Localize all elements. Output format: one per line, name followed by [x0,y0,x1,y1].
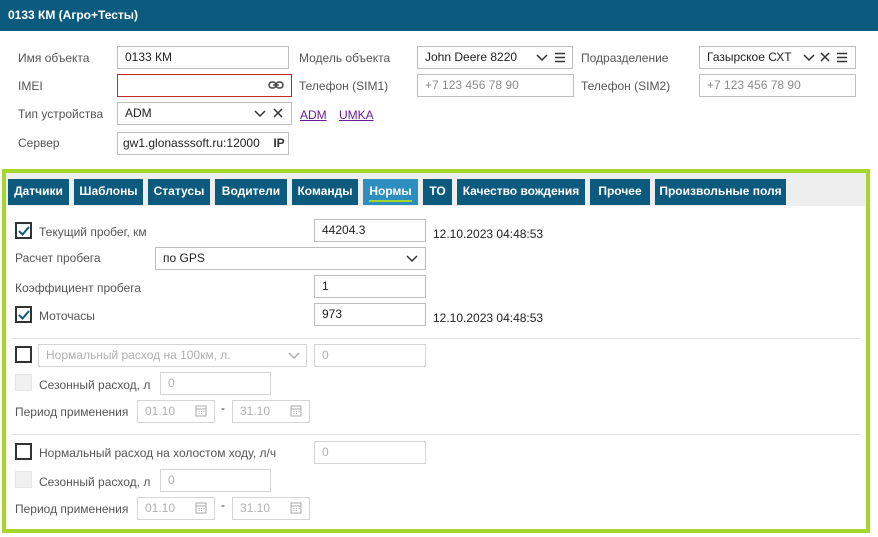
consumption-idle-input[interactable]: 0 [314,441,426,464]
mileage-timestamp: 12.10.2023 04:48:53 [433,227,544,241]
tab-label: Водители [221,184,281,198]
tab-label: Статусы [153,184,205,198]
chevron-down-icon[interactable] [254,103,270,124]
phone2-input[interactable]: +7 123 456 78 90 [699,74,856,97]
chevron-down-icon[interactable] [288,345,302,366]
object-model-select[interactable]: John Deere 8220 [417,46,573,69]
divider [12,338,860,339]
tab-label: Качество вождения [462,184,580,198]
period-idle-from-value: 01.10 [145,501,176,515]
engine-hours-input[interactable]: 973 [314,303,426,326]
period-from-value: 01.10 [145,404,176,418]
tab-sensors[interactable]: Датчики [8,179,69,205]
engine-hours-timestamp: 12.10.2023 04:48:53 [433,311,544,325]
chevron-down-icon[interactable] [406,248,420,269]
chevron-down-icon[interactable] [803,47,817,68]
object-name-label: Имя объекта [18,51,90,65]
adm-link[interactable]: ADM [300,107,327,123]
tab-norms[interactable]: Нормы [363,179,418,205]
consumption-100km-select[interactable]: Нормальный расход на 100км, л. [38,344,307,367]
period-idle-to-input[interactable]: 31.10 [232,497,310,520]
period-to-value: 31.10 [240,404,271,418]
tab-statuses[interactable]: Статусы [148,179,210,205]
mileage-calc-select[interactable]: по GPS [155,247,426,270]
period-label: Период применения [15,405,129,419]
calendar-icon[interactable] [195,498,209,519]
tab-label: Датчики [14,184,63,198]
mileage-coef-label: Коэффициент пробега [15,281,141,295]
tab-custom-fields[interactable]: Произвольные поля [655,179,786,205]
seasonal-input[interactable]: 0 [160,372,271,395]
calendar-icon[interactable] [290,498,304,519]
calendar-icon[interactable] [195,401,209,422]
imei-label: IMEI [18,79,43,93]
period-idle-label: Период применения [15,502,129,516]
divider [12,434,860,435]
imei-input[interactable] [117,74,292,97]
division-select[interactable]: Газырское СХТ [699,46,856,69]
chevron-down-icon[interactable] [536,47,552,68]
mileage-label: Текущий пробег, км [39,225,147,239]
period-from-input[interactable]: 01.10 [137,400,215,423]
server-label: Сервер [18,136,60,150]
mileage-coef-input[interactable]: 1 [314,275,426,298]
close-icon[interactable] [272,103,288,124]
server-input[interactable]: gw1.glonasssoft.ru:12000 IP [117,132,289,155]
tab-label: Команды [297,184,353,198]
tab-bar: Датчики Шаблоны Статусы Водители Команды… [6,173,866,206]
period-dash: - [221,401,225,415]
engine-hours-label: Моточасы [39,309,95,323]
device-type-value: ADM [125,106,152,120]
device-type-select[interactable]: ADM [117,102,292,125]
division-value: Газырское СХТ [707,50,792,64]
server-value: gw1.glonasssoft.ru:12000 [123,136,260,150]
tab-label: Нормы [369,184,412,202]
close-icon[interactable] [819,47,833,68]
tab-templates[interactable]: Шаблоны [74,179,143,205]
tab-label: Произвольные поля [659,184,782,198]
mileage-calc-value: по GPS [163,251,205,265]
mileage-checkbox[interactable] [15,222,32,239]
umka-link[interactable]: UMKA [339,107,374,123]
period-idle-to-value: 31.10 [240,501,271,515]
seasonal-idle-label: Сезонный расход, л [39,475,151,489]
device-type-label: Тип устройства [18,107,104,121]
menu-icon[interactable] [836,47,852,68]
consumption-100km-placeholder: Нормальный расход на 100км, л. [46,348,231,362]
phone1-label: Телефон (SIM1) [299,79,389,93]
tab-drivers[interactable]: Водители [215,179,287,205]
object-model-label: Модель объекта [299,51,391,65]
tab-other[interactable]: Прочее [590,179,650,205]
phone1-input[interactable]: +7 123 456 78 90 [417,74,574,97]
window-title: 0133 КМ (Агро+Тесты) [0,0,878,31]
period-to-input[interactable]: 31.10 [232,400,310,423]
object-model-value: John Deere 8220 [425,50,518,64]
mileage-input[interactable]: 44204.3 [314,219,426,242]
tab-maintenance[interactable]: ТО [423,179,452,205]
object-name-input[interactable]: 0133 КМ [117,46,289,69]
link-icon[interactable] [268,75,286,96]
seasonal-checkbox [15,374,32,391]
seasonal-idle-input[interactable]: 0 [160,469,271,492]
consumption-100km-input[interactable]: 0 [314,344,426,367]
menu-icon[interactable] [554,47,570,68]
consumption-idle-label: Нормальный расход на холостом ходу, л/ч [39,446,277,460]
calendar-icon[interactable] [290,401,304,422]
tab-commands[interactable]: Команды [292,179,358,205]
period-idle-from-input[interactable]: 01.10 [137,497,215,520]
ip-icon[interactable]: IP [270,133,288,154]
seasonal-idle-checkbox [15,471,32,488]
seasonal-label: Сезонный расход, л [39,378,151,392]
consumption-100km-checkbox[interactable] [15,346,32,363]
tab-driving-quality[interactable]: Качество вождения [457,179,585,205]
tab-label: ТО [429,184,446,198]
engine-hours-checkbox[interactable] [15,306,32,323]
mileage-calc-label: Расчет пробега [15,251,101,265]
tab-label: Прочее [598,184,642,198]
tab-label: Шаблоны [79,184,138,198]
period-idle-dash: - [221,498,225,512]
phone2-label: Телефон (SIM2) [581,79,671,93]
consumption-idle-checkbox[interactable] [15,443,32,460]
division-label: Подразделение [581,51,669,65]
